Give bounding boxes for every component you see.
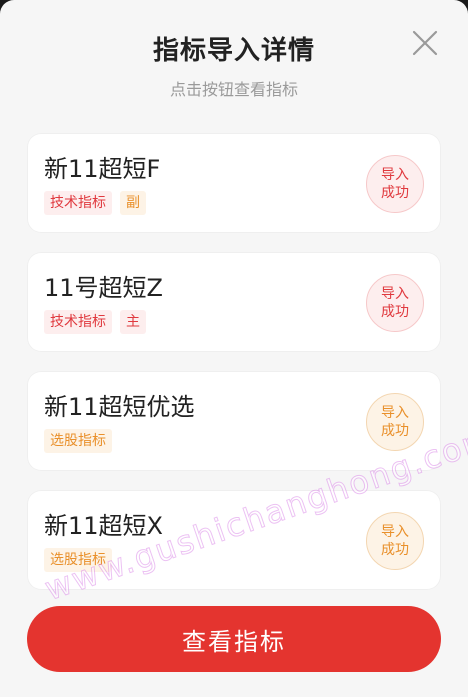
badge-line-2: 成功 [381, 185, 409, 201]
indicator-name: 11号超短Z [44, 274, 163, 302]
import-detail-sheet: 指标导入详情 点击按钮查看指标 新11超短F 技术指标 副 导入 成功 11号超… [0, 0, 468, 697]
page-subtitle: 点击按钮查看指标 [169, 80, 298, 99]
indicator-tags: 选股指标 [44, 429, 112, 453]
badge-line-2: 成功 [381, 304, 409, 320]
import-success-badge: 导入 成功 [366, 393, 424, 451]
badge-line-1: 导入 [381, 286, 409, 302]
indicator-name: 新11超短F [44, 155, 161, 183]
tag-type: 技术指标 [44, 191, 112, 215]
indicator-tags: 选股指标 [44, 548, 112, 572]
indicator-card[interactable]: 11号超短Z 技术指标 主 导入 成功 [27, 252, 441, 352]
indicator-card[interactable]: 新11超短优选 选股指标 导入 成功 [27, 371, 441, 471]
tag-type: 选股指标 [44, 548, 112, 572]
indicator-tags: 技术指标 副 [44, 191, 146, 215]
badge-line-2: 成功 [381, 542, 409, 558]
view-indicators-button[interactable]: 查看指标 [27, 606, 441, 672]
indicator-card[interactable]: 新11超短X 选股指标 导入 成功 [27, 490, 441, 590]
indicator-name: 新11超短优选 [44, 393, 195, 421]
indicator-name: 新11超短X [44, 512, 163, 540]
badge-line-2: 成功 [381, 423, 409, 439]
indicator-list: 新11超短F 技术指标 副 导入 成功 11号超短Z 技术指标 主 导入 成功 … [27, 133, 441, 609]
import-success-badge: 导入 成功 [366, 512, 424, 570]
import-success-badge: 导入 成功 [366, 274, 424, 332]
tag-position: 副 [120, 191, 146, 215]
close-icon[interactable] [410, 28, 440, 58]
badge-line-1: 导入 [381, 167, 409, 183]
badge-line-1: 导入 [381, 524, 409, 540]
import-success-badge: 导入 成功 [366, 155, 424, 213]
tag-type: 技术指标 [44, 310, 112, 334]
badge-line-1: 导入 [381, 405, 409, 421]
indicator-tags: 技术指标 主 [44, 310, 146, 334]
indicator-card[interactable]: 新11超短F 技术指标 副 导入 成功 [27, 133, 441, 233]
page-title: 指标导入详情 [152, 36, 315, 66]
tag-type: 选股指标 [44, 429, 112, 453]
tag-position: 主 [120, 310, 146, 334]
